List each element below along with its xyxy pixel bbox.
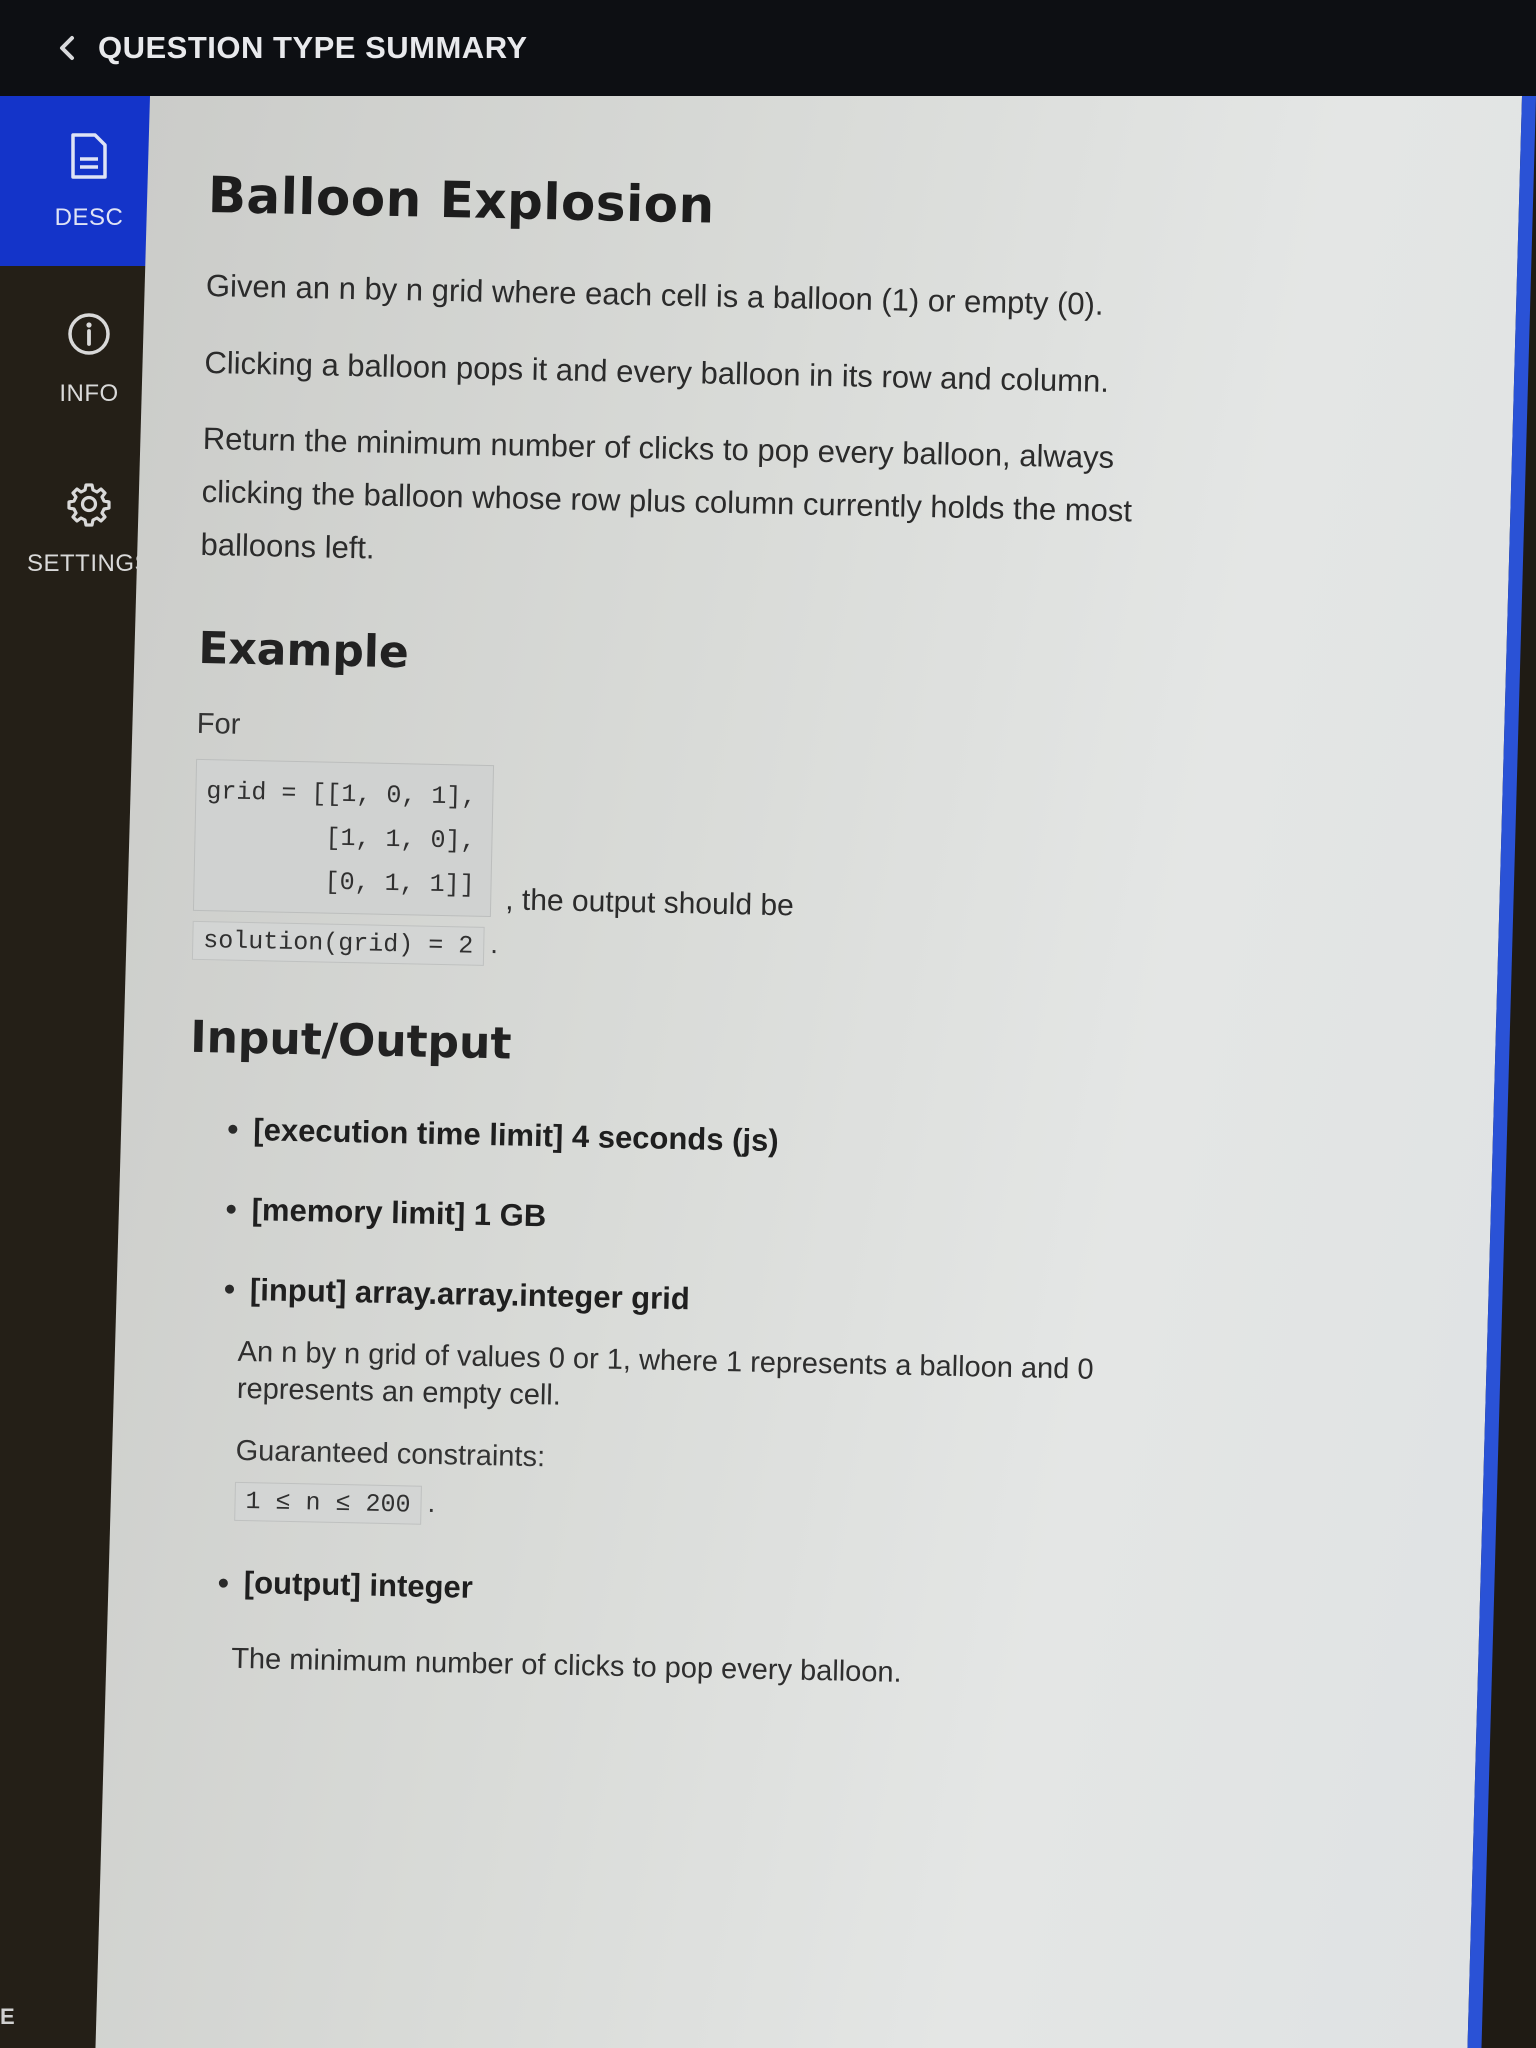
top-bar: QUESTION TYPE SUMMARY — [0, 0, 1536, 96]
example-heading: Example — [197, 623, 410, 679]
app-window: QUESTION TYPE SUMMARY DESC INFO SETTINGS… — [0, 0, 1536, 2048]
bullet-icon — [226, 1204, 236, 1214]
description-content: Balloon Explosion Given an n by n grid w… — [176, 96, 1390, 1746]
constraint-period: . — [427, 1486, 436, 1519]
description-paragraph: Clicking a balloon pops it and every bal… — [204, 344, 1110, 399]
output-label: [output] integer — [243, 1565, 474, 1605]
example-output-text: , the output should be — [504, 883, 795, 923]
bottom-edge-text: E — [0, 2004, 15, 2029]
gear-icon — [66, 481, 112, 532]
bullet-icon — [218, 1578, 228, 1588]
list-item: [input] array.array.integer grid An n by… — [220, 1271, 1365, 1544]
page-header-title[interactable]: QUESTION TYPE SUMMARY — [98, 30, 528, 66]
input-description: An n by n grid of values 0 or 1, where 1… — [236, 1335, 1094, 1413]
list-item: [execution time limit] 4 seconds (js) — [228, 1111, 1369, 1171]
sidebar-item-label: SETTINGS — [26, 549, 151, 577]
bullet-icon — [224, 1284, 235, 1294]
example-period: . — [490, 927, 499, 959]
time-limit-label: [execution time limit] 4 seconds (js) — [253, 1111, 780, 1158]
info-icon — [66, 311, 112, 362]
sidebar-item-label: INFO — [59, 379, 119, 407]
constraint-code: 1 ≤ n ≤ 200 — [234, 1481, 422, 1525]
description-paragraph: Return the minimum number of clicks to p… — [200, 421, 1133, 566]
description-panel: Balloon Explosion Given an n by n grid w… — [95, 96, 1536, 2048]
output-description: The minimum number of clicks to pop ever… — [230, 1642, 902, 1689]
example-code-block: grid = [[1, 0, 1], [1, 1, 0], [0, 1, 1]] — [192, 759, 495, 917]
description-paragraph: Given an n by n grid where each cell is … — [205, 267, 1104, 322]
list-item: [memory limit] 1 GB — [226, 1191, 1367, 1251]
memory-limit-label: [memory limit] 1 GB — [251, 1191, 547, 1233]
back-chevron-icon[interactable] — [50, 31, 84, 65]
list-item: [output] integer The minimum number of c… — [217, 1565, 1359, 1703]
sidebar-item-label: DESC — [54, 203, 124, 231]
bullet-icon — [228, 1124, 238, 1134]
io-list: [execution time limit] 4 seconds (js) [m… — [177, 1110, 1369, 1702]
example-solution-code: solution(grid) = 2 — [191, 920, 485, 966]
constraints-label: Guaranteed constraints: — [235, 1434, 546, 1474]
document-icon — [67, 131, 111, 186]
input-label: [input] array.array.integer grid — [249, 1271, 691, 1316]
problem-title: Balloon Explosion — [207, 165, 716, 235]
io-heading: Input/Output — [189, 1011, 512, 1070]
